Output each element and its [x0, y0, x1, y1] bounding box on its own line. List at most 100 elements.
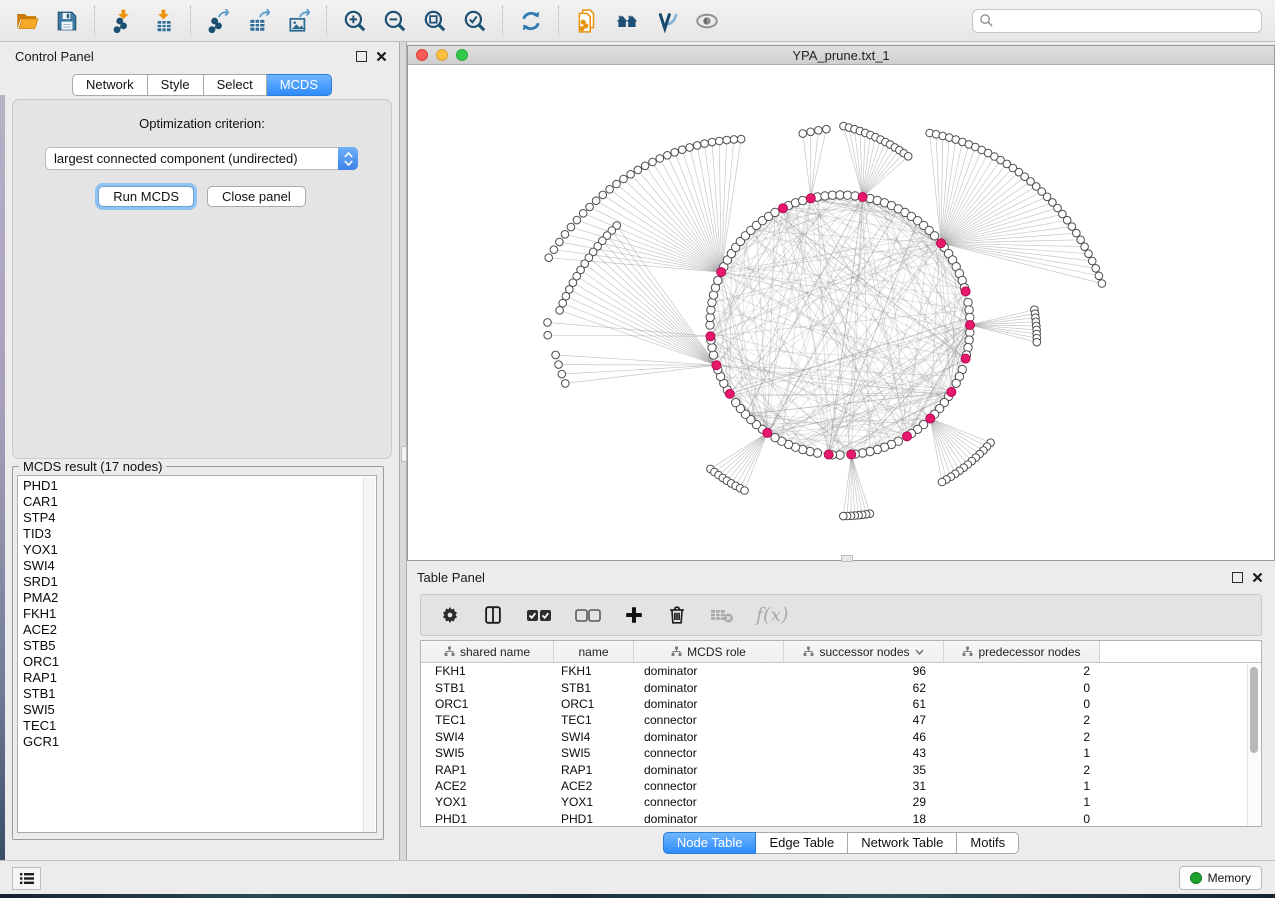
column-header-mcds-role[interactable]: MCDS role [634, 641, 784, 662]
zoom-selected-icon[interactable] [462, 8, 488, 34]
network-node[interactable] [1088, 257, 1096, 265]
columns-icon[interactable] [482, 604, 504, 626]
table-row[interactable]: YOX1YOX1connector291 [421, 794, 1261, 810]
mcds-network-node[interactable] [947, 388, 956, 397]
mcds-network-node[interactable] [763, 428, 772, 437]
search-input[interactable] [999, 13, 1255, 29]
table-scrollbar-thumb[interactable] [1250, 667, 1258, 753]
close-table-panel-icon[interactable] [1252, 572, 1263, 583]
search-field[interactable] [972, 9, 1262, 33]
network-node[interactable] [567, 223, 575, 231]
mcds-node-item[interactable]: GCR1 [23, 734, 376, 750]
delete-icon[interactable] [666, 604, 688, 626]
import-network-icon[interactable] [110, 8, 136, 34]
network-node[interactable] [641, 162, 649, 170]
network-node[interactable] [815, 127, 823, 135]
eye-icon[interactable] [694, 8, 720, 34]
table-row[interactable]: TEC1TEC1connector472 [421, 712, 1261, 728]
network-node[interactable] [823, 125, 831, 133]
show-panels-button[interactable] [12, 867, 41, 890]
network-node[interactable] [579, 210, 587, 218]
network-node[interactable] [555, 361, 563, 369]
tab-mcds[interactable]: MCDS [267, 74, 332, 96]
network-node[interactable] [938, 478, 946, 486]
mcds-network-node[interactable] [706, 332, 715, 341]
tab-node-table[interactable]: Node Table [663, 832, 757, 854]
network-share-icon[interactable] [574, 8, 600, 34]
tab-select[interactable]: Select [204, 74, 267, 96]
network-node[interactable] [544, 331, 552, 339]
refresh-icon[interactable] [518, 8, 544, 34]
network-node[interactable] [708, 138, 716, 146]
network-node[interactable] [730, 136, 738, 144]
vertical-splitter[interactable] [399, 42, 407, 860]
mcds-node-item[interactable]: SRD1 [23, 574, 376, 590]
network-node[interactable] [693, 142, 701, 150]
mcds-network-node[interactable] [725, 389, 734, 398]
vizmapper-icon[interactable] [654, 8, 680, 34]
mcds-node-item[interactable]: RAP1 [23, 670, 376, 686]
network-node[interactable] [599, 191, 607, 199]
network-node[interactable] [664, 152, 672, 160]
network-node[interactable] [552, 351, 560, 359]
network-node[interactable] [904, 153, 912, 161]
network-node[interactable] [1073, 229, 1081, 237]
mcds-network-node[interactable] [712, 361, 721, 370]
network-node[interactable] [550, 246, 558, 254]
network-node[interactable] [1081, 243, 1089, 251]
close-panel-icon[interactable] [376, 51, 387, 62]
network-node[interactable] [1033, 338, 1041, 346]
run-mcds-button[interactable]: Run MCDS [98, 186, 194, 207]
mcds-node-item[interactable]: CAR1 [23, 494, 376, 510]
mcds-node-item[interactable]: SWI4 [23, 558, 376, 574]
table-row[interactable]: SWI5SWI5connector431 [421, 745, 1261, 761]
mcds-node-item[interactable]: STB1 [23, 686, 376, 702]
mcds-network-node[interactable] [937, 239, 946, 248]
horizontal-splitter-handle[interactable] [841, 555, 853, 562]
network-node[interactable] [678, 146, 686, 154]
mcds-result-list[interactable]: PHD1CAR1STP4TID3YOX1SWI4SRD1PMA2FKH1ACE2… [17, 475, 377, 833]
network-node[interactable] [714, 276, 722, 284]
mcds-node-item[interactable]: SWI5 [23, 702, 376, 718]
mcds-node-item[interactable]: PHD1 [23, 478, 376, 494]
sort-chevron-down-icon[interactable] [915, 649, 924, 655]
unselect-all-icon[interactable] [574, 604, 602, 626]
home-icon[interactable] [614, 8, 640, 34]
network-node[interactable] [562, 292, 570, 300]
network-node[interactable] [741, 487, 749, 495]
network-node[interactable] [799, 130, 807, 138]
add-icon[interactable] [623, 604, 645, 626]
mcds-node-item[interactable]: PMA2 [23, 590, 376, 606]
mcds-network-node[interactable] [961, 287, 970, 296]
network-node[interactable] [592, 197, 600, 205]
network-node[interactable] [586, 203, 594, 211]
mcds-network-node[interactable] [903, 432, 912, 441]
network-node[interactable] [723, 136, 731, 144]
table-row[interactable]: ACE2ACE2connector311 [421, 778, 1261, 794]
tab-network[interactable]: Network [72, 74, 148, 96]
save-session-icon[interactable] [54, 8, 80, 34]
column-header-predecessor-nodes[interactable]: predecessor nodes [944, 641, 1100, 662]
network-node[interactable] [799, 196, 807, 204]
mcds-node-item[interactable]: TID3 [23, 526, 376, 542]
column-header-shared-name[interactable]: shared name [421, 641, 554, 662]
table-row[interactable]: SWI4SWI4dominator462 [421, 729, 1261, 745]
table-row[interactable]: ORC1ORC1dominator610 [421, 696, 1261, 712]
gear-icon[interactable] [439, 604, 461, 626]
export-network-icon[interactable] [206, 8, 232, 34]
network-canvas[interactable] [408, 65, 1274, 560]
mcds-network-node[interactable] [779, 204, 788, 213]
network-node[interactable] [1085, 250, 1093, 258]
network-node[interactable] [771, 208, 779, 216]
mcds-node-item[interactable]: ORC1 [23, 654, 376, 670]
delete-table-icon[interactable] [709, 604, 735, 626]
zoom-in-icon[interactable] [342, 8, 368, 34]
mcds-node-item[interactable]: ACE2 [23, 622, 376, 638]
mcds-node-item[interactable]: TEC1 [23, 718, 376, 734]
open-file-icon[interactable] [14, 8, 40, 34]
network-node[interactable] [771, 433, 779, 441]
table-row[interactable]: STB1STB1dominator620 [421, 679, 1261, 695]
mcds-node-item[interactable]: YOX1 [23, 542, 376, 558]
network-node[interactable] [671, 149, 679, 157]
node-table[interactable]: shared namenameMCDS rolesuccessor nodesp… [420, 640, 1262, 827]
